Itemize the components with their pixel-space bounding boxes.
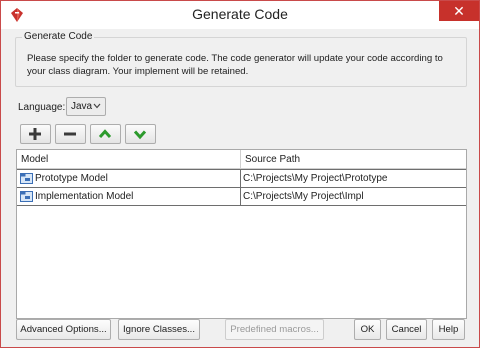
chevron-down-icon — [93, 103, 101, 109]
minus-icon — [64, 132, 76, 136]
move-down-button[interactable] — [125, 124, 156, 144]
column-divider — [240, 150, 241, 168]
model-cell[interactable]: Prototype Model — [17, 170, 241, 187]
window-title: Generate Code — [192, 6, 288, 22]
table-row[interactable]: Implementation Model C:\Projects\My Proj… — [17, 187, 466, 206]
model-icon — [20, 191, 33, 202]
chevron-up-icon — [99, 129, 111, 139]
language-value: Java — [71, 101, 93, 112]
close-button[interactable]: ✕ — [439, 1, 479, 21]
add-button[interactable] — [20, 124, 51, 144]
column-header-source-path[interactable]: Source Path — [245, 154, 300, 165]
model-icon — [20, 173, 33, 184]
group-description: Please specify the folder to generate co… — [27, 53, 443, 77]
ok-button[interactable]: OK — [354, 319, 381, 340]
model-cell[interactable]: Implementation Model — [17, 188, 241, 205]
generate-code-group: Generate Code Please specify the folder … — [15, 31, 467, 87]
model-name: Implementation Model — [35, 191, 134, 202]
dialog-body: Generate Code Please specify the folder … — [1, 29, 479, 347]
column-header-model[interactable]: Model — [21, 154, 48, 165]
move-up-button[interactable] — [90, 124, 121, 144]
generate-code-dialog: Generate Code ✕ Generate Code Please spe… — [0, 0, 480, 348]
model-name: Prototype Model — [35, 173, 108, 184]
ignore-classes-button[interactable]: Ignore Classes... — [118, 319, 200, 340]
chevron-down-icon — [134, 130, 146, 140]
source-path[interactable]: C:\Projects\My Project\Prototype — [243, 173, 388, 184]
predefined-macros-button[interactable]: Predefined macros... — [225, 319, 324, 340]
model-table: Model Source Path Prototype Model C:\Pro… — [16, 149, 467, 319]
table-row[interactable]: Prototype Model C:\Projects\My Project\P… — [17, 169, 466, 188]
group-title: Generate Code — [22, 31, 95, 42]
advanced-options-button[interactable]: Advanced Options... — [16, 319, 111, 340]
language-select[interactable]: Java — [66, 97, 106, 116]
table-header: Model Source Path — [17, 150, 466, 169]
source-path[interactable]: C:\Projects\My Project\Impl — [243, 191, 364, 202]
plus-icon — [29, 128, 41, 140]
cancel-button[interactable]: Cancel — [386, 319, 427, 340]
language-label: Language: — [18, 102, 66, 113]
help-button[interactable]: Help — [432, 319, 465, 340]
title-bar: Generate Code ✕ — [1, 1, 479, 29]
remove-button[interactable] — [55, 124, 86, 144]
